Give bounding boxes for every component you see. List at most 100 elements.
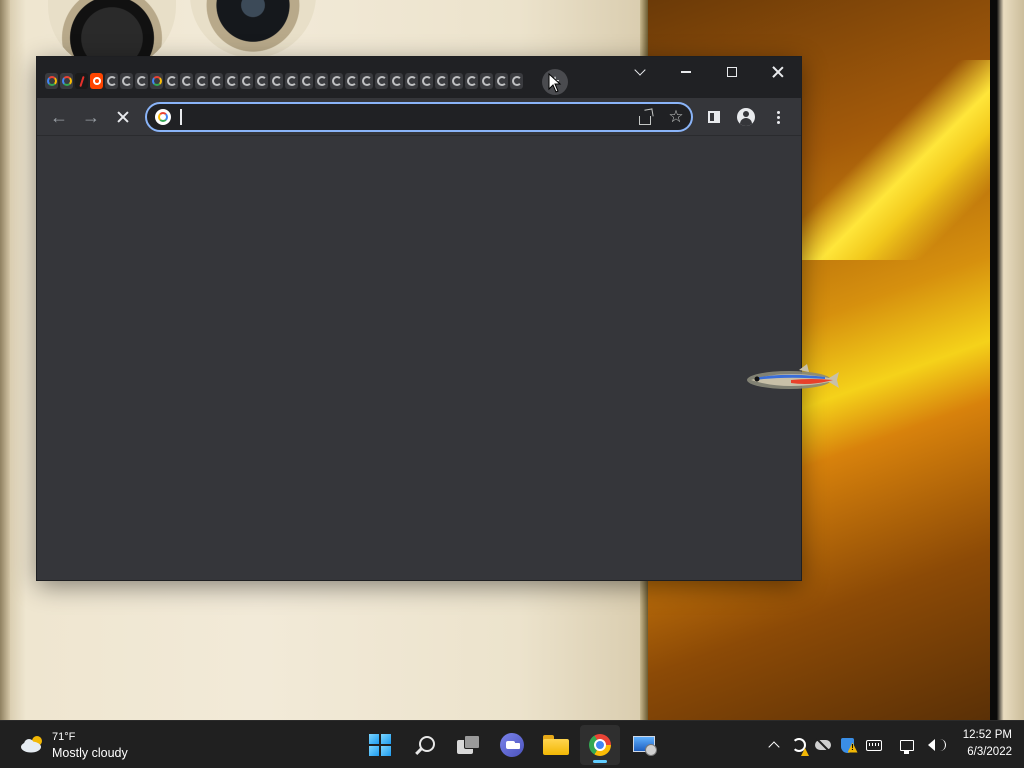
partly-cloudy-icon (21, 736, 42, 753)
touch-keyboard-button[interactable] (862, 721, 886, 768)
tab[interactable] (135, 73, 148, 89)
tab[interactable] (180, 73, 193, 89)
network-button[interactable] (896, 721, 918, 768)
search-button[interactable] (405, 725, 445, 765)
tab[interactable] (285, 73, 298, 89)
forward-button[interactable]: → (76, 102, 106, 132)
tab[interactable] (390, 73, 403, 89)
clock[interactable]: 12:52 PM 6/3/2022 (948, 727, 1012, 761)
tab[interactable] (210, 73, 223, 89)
weather-widget[interactable]: 71°F Mostly cloudy (18, 729, 148, 761)
start-button[interactable] (360, 725, 400, 765)
loading-spinner-icon (211, 76, 222, 86)
wallpaper-phone-bezel (990, 0, 1024, 720)
file-explorer-button[interactable] (536, 725, 576, 765)
address-input[interactable] (179, 107, 619, 127)
tab-search-button[interactable] (617, 57, 663, 87)
tab[interactable] (270, 73, 283, 89)
show-hidden-icons-button[interactable] (764, 721, 784, 768)
network-icon (900, 739, 914, 754)
chrome-window: + ← → ☆ (37, 57, 801, 580)
stop-loading-button[interactable] (108, 102, 138, 132)
loading-spinner-icon (166, 76, 177, 86)
stop-icon (117, 111, 129, 123)
browser-toolbar: ← → ☆ (37, 98, 801, 136)
taskbar: 71°F Mostly cloudy 12:52 (0, 720, 1024, 768)
tab[interactable] (375, 73, 388, 89)
tab[interactable] (510, 73, 523, 89)
weather-condition: Mostly cloudy (52, 746, 128, 760)
search-icon (418, 735, 435, 752)
tab[interactable] (360, 73, 373, 89)
tab[interactable] (465, 73, 478, 89)
maximize-button[interactable] (709, 57, 755, 87)
close-icon (772, 66, 784, 78)
tab[interactable] (435, 73, 448, 89)
page-content-area[interactable] (37, 137, 801, 580)
back-button[interactable]: ← (44, 102, 74, 132)
arrow-right-icon: → (82, 107, 100, 127)
windows-icon (369, 734, 391, 756)
minimize-button[interactable] (663, 57, 709, 87)
tab[interactable] (495, 73, 508, 89)
tab[interactable] (480, 73, 493, 89)
weather-temperature: 71°F (52, 731, 76, 743)
address-bar[interactable]: ☆ (145, 102, 693, 132)
remote-desktop-button[interactable] (625, 725, 665, 765)
loading-spinner-icon (481, 76, 492, 86)
loading-spinner-icon (181, 76, 192, 86)
chrome-taskbar-button[interactable] (580, 725, 620, 765)
title-bar[interactable]: + (37, 57, 801, 98)
tab[interactable] (330, 73, 343, 89)
tab[interactable] (255, 73, 268, 89)
loading-spinner-icon (436, 76, 447, 86)
loading-spinner-icon (271, 76, 282, 86)
loading-spinner-icon (391, 76, 402, 86)
verge-icon (78, 75, 85, 87)
close-button[interactable] (755, 57, 801, 87)
tab[interactable] (45, 73, 58, 89)
chevron-up-icon (768, 741, 780, 753)
tab[interactable] (120, 73, 133, 89)
bookmark-star-icon[interactable]: ☆ (665, 106, 687, 128)
more-vert-icon (776, 110, 780, 124)
tab[interactable] (405, 73, 418, 89)
wallpaper-light-streak (800, 60, 1000, 260)
tab[interactable] (150, 73, 163, 89)
tab[interactable] (345, 73, 358, 89)
tab[interactable] (165, 73, 178, 89)
sync-tray-button[interactable] (788, 721, 810, 768)
tab[interactable] (450, 73, 463, 89)
tab[interactable] (105, 73, 118, 89)
chat-button[interactable] (492, 725, 532, 765)
sync-warning-icon (792, 738, 806, 752)
loading-spinner-icon (196, 76, 207, 86)
folder-icon (543, 735, 569, 755)
tab[interactable] (420, 73, 433, 89)
tab[interactable] (315, 73, 328, 89)
text-caret (180, 109, 182, 125)
google-icon (61, 76, 72, 86)
loading-spinner-icon (226, 76, 237, 86)
tab[interactable] (300, 73, 313, 89)
volume-button[interactable] (920, 721, 946, 768)
tab[interactable] (225, 73, 238, 89)
tab-strip (45, 73, 523, 93)
tab[interactable] (90, 73, 103, 89)
loading-spinner-icon (511, 76, 522, 86)
shield-warning-icon (840, 737, 854, 753)
side-panel-button[interactable] (699, 102, 729, 132)
tab[interactable] (240, 73, 253, 89)
task-view-button[interactable] (449, 725, 489, 765)
share-icon[interactable] (635, 108, 655, 128)
loading-spinner-icon (346, 76, 357, 86)
chrome-menu-button[interactable] (763, 102, 793, 132)
maximize-icon (727, 67, 737, 77)
security-tray-button[interactable] (836, 721, 858, 768)
profile-button[interactable] (731, 102, 761, 132)
arrow-left-icon: ← (50, 107, 68, 127)
tab[interactable] (60, 73, 73, 89)
tab[interactable] (75, 73, 88, 89)
tab[interactable] (195, 73, 208, 89)
onedrive-tray-button[interactable] (812, 721, 834, 768)
